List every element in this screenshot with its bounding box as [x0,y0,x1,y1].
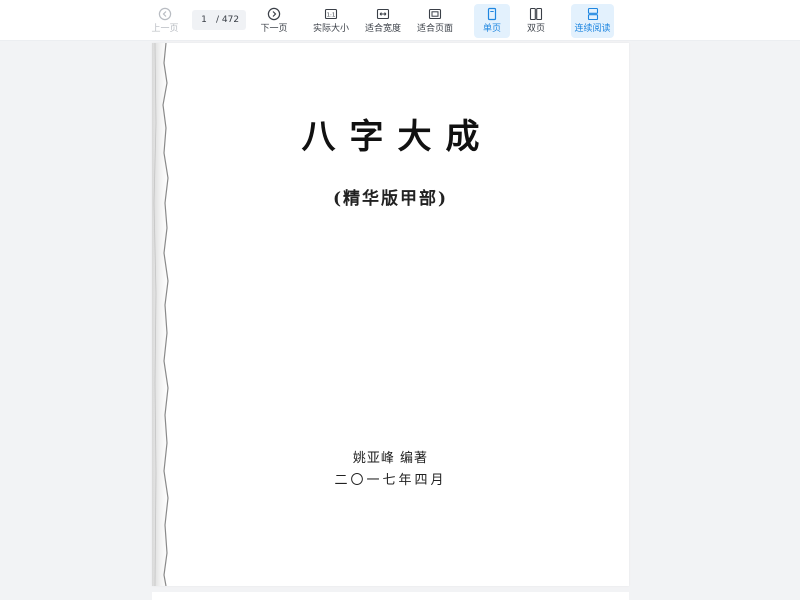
continuous-reading-button[interactable]: 连续阅读 [571,4,614,38]
double-page-button[interactable]: 双页 [518,4,554,38]
document-page: 八字大成 (精华版甲部) 姚亚峰 编著 二〇一七年四月 [152,43,629,586]
page-number-field[interactable]: 1 / 472 [192,10,246,30]
prev-page-button[interactable]: 上一页 [148,4,182,38]
fit-page-label: 适合页面 [416,24,453,34]
single-page-label: 单页 [482,24,501,34]
single-page-icon [487,7,497,21]
document-author: 姚亚峰 编著 [352,451,429,466]
single-page-button[interactable]: 单页 [474,4,510,38]
document-subtitle: (精华版甲部) [332,189,449,209]
chevron-right-circle-icon [267,7,281,21]
actual-size-label: 实际大小 [312,24,349,34]
prev-page-label: 上一页 [151,24,179,34]
current-page-input[interactable]: 1 [192,10,216,30]
fit-page-button[interactable]: 适合页面 [414,4,456,38]
continuous-reading-icon [587,7,598,21]
fit-width-button[interactable]: 适合宽度 [363,4,403,38]
next-page-label: 下一页 [260,24,288,34]
fit-width-label: 适合宽度 [364,24,401,34]
svg-text:1:1: 1:1 [327,13,336,19]
fit-page-icon [428,8,442,20]
total-pages: / 472 [216,15,240,25]
fit-width-icon [376,8,390,20]
viewer-toolbar: 上一页 1 / 472 下一页 1:1 实际大小 适合宽度 适合页面 单页 双页… [0,0,800,41]
chevron-left-circle-icon [158,7,172,21]
document-date: 二〇一七年四月 [334,473,447,488]
actual-size-button[interactable]: 1:1 实际大小 [311,4,351,38]
double-page-label: 双页 [526,24,545,34]
continuous-reading-label: 连续阅读 [574,24,611,34]
next-page-button[interactable]: 下一页 [256,4,292,38]
actual-size-icon: 1:1 [324,8,338,20]
double-page-icon [529,7,543,21]
document-title: 八字大成 [301,117,494,157]
next-document-page [152,592,629,600]
document-viewer[interactable]: 八字大成 (精华版甲部) 姚亚峰 编著 二〇一七年四月 [0,41,800,600]
